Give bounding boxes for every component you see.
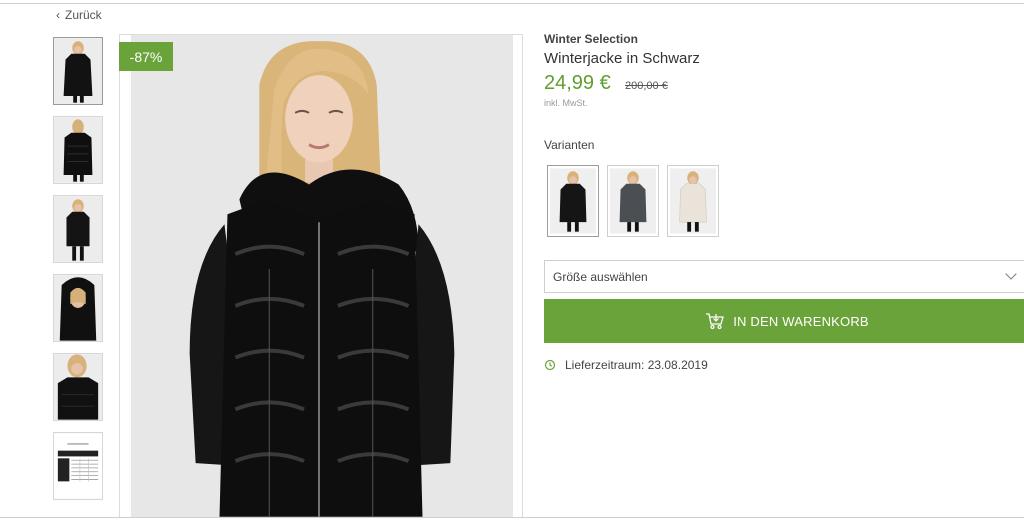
variant-cream-image (670, 168, 716, 234)
size-chart-image (54, 433, 102, 499)
variants-label: Varianten (544, 138, 595, 152)
jacket-side-image (54, 196, 102, 262)
back-link[interactable]: ‹ Zurück (56, 8, 102, 22)
delivery-text: Lieferzeitraum: 23.08.2019 (565, 358, 708, 372)
product-price: 24,99 € (544, 72, 611, 94)
add-to-cart-button[interactable]: IN DEN WARENKORB (544, 299, 1024, 343)
product-title: Winterjacke in Schwarz (544, 50, 700, 67)
back-label: Zurück (65, 8, 102, 22)
size-select-label: Größe auswählen (553, 269, 648, 284)
size-select[interactable]: Größe auswählen (544, 260, 1024, 293)
variant-cream[interactable] (667, 165, 719, 237)
jacket-detail-image (54, 354, 102, 420)
bottom-divider (0, 517, 1024, 518)
thumbnail-size-chart[interactable] (53, 432, 103, 500)
thumbnail-front[interactable] (53, 37, 103, 105)
jacket-back-image (54, 117, 102, 183)
product-old-price: 200,00 € (625, 80, 668, 92)
variant-grey-image (610, 168, 656, 234)
jacket-hood-image (54, 275, 102, 341)
chevron-left-icon: ‹ (56, 8, 60, 22)
thumbnail-back[interactable] (53, 116, 103, 184)
discount-badge: -87% (119, 42, 173, 71)
thumbnail-detail[interactable] (53, 353, 103, 421)
delivery-info: Lieferzeitraum: 23.08.2019 (544, 358, 708, 372)
thumbnail-hood[interactable] (53, 274, 103, 342)
vat-note: inkl. MwSt. (544, 98, 588, 108)
thumbnail-list (53, 37, 105, 511)
variant-black[interactable] (547, 165, 599, 237)
jacket-front-image (54, 38, 102, 104)
top-divider (0, 3, 1024, 4)
chevron-down-icon (1005, 268, 1017, 280)
cart-icon (706, 313, 725, 330)
variant-grey[interactable] (607, 165, 659, 237)
main-product-image[interactable] (119, 34, 523, 518)
add-to-cart-label: IN DEN WARENKORB (733, 313, 869, 329)
clock-icon (544, 359, 556, 371)
variant-options (547, 165, 719, 237)
product-brand: Winter Selection (544, 32, 638, 46)
variant-black-image (550, 168, 596, 234)
thumbnail-side[interactable] (53, 195, 103, 263)
jacket-model-illustration (189, 41, 455, 517)
